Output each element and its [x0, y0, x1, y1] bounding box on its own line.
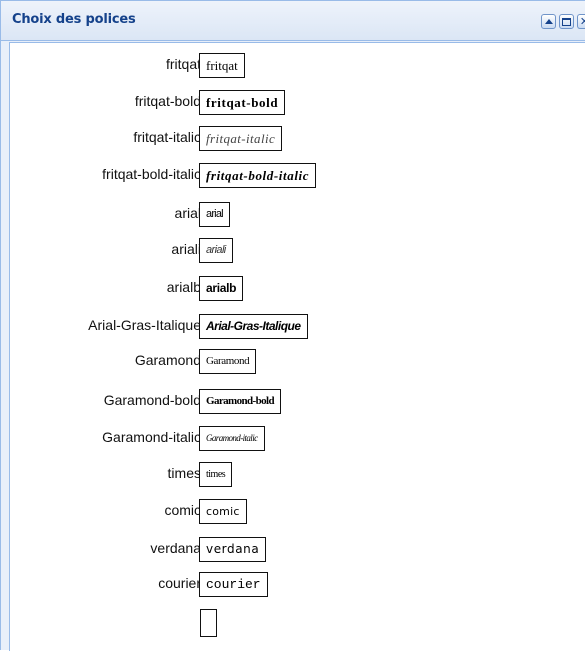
font-row-courier: courier courier — [10, 572, 585, 600]
font-preview[interactable]: Garamond-italic — [199, 426, 265, 451]
font-row-fritqat-bold: fritqat-bold fritqat-bold — [10, 90, 585, 118]
font-row-comic: comic comic — [10, 499, 585, 527]
font-label: fritqat-bold — [134, 93, 201, 109]
font-row-arialb: arialb arialb — [10, 276, 585, 304]
font-label: fritqat-italic — [133, 129, 201, 145]
font-label: courier — [158, 575, 201, 591]
font-row-fritqat-bold-italic: fritqat-bold-italic fritqat-bold-italic — [10, 163, 585, 191]
font-preview[interactable]: Garamond-bold — [199, 389, 281, 414]
font-preview[interactable]: fritqat-bold-italic — [199, 163, 317, 188]
font-label: arialb — [166, 279, 201, 295]
font-label: comic — [164, 502, 201, 518]
font-preview[interactable]: Arial-Gras-Italique — [199, 314, 308, 339]
empty-preview-box[interactable] — [200, 609, 217, 637]
font-row-arial: arial arial — [10, 202, 585, 230]
font-preview[interactable]: verdana — [199, 537, 267, 562]
collapse-icon[interactable] — [541, 14, 556, 29]
font-label: Garamond-italic — [102, 429, 201, 445]
font-preview[interactable]: fritqat-italic — [199, 126, 283, 151]
font-row-fritqat: fritqat fritqat — [10, 53, 585, 81]
font-row-garamond-italic: Garamond-italic Garamond-italic — [10, 426, 585, 454]
font-label: fritqat — [165, 56, 201, 72]
font-row-ariali: ariali ariali — [10, 238, 585, 266]
font-choice-panel: Choix des polices ✕ fritqat fritqat frit… — [0, 0, 585, 651]
font-row-garamond-bold: Garamond-bold Garamond-bold — [10, 389, 585, 417]
font-preview[interactable]: courier — [199, 572, 268, 597]
font-label: times — [167, 465, 201, 481]
font-preview[interactable]: arial — [199, 202, 230, 227]
font-row-verdana: verdana verdana — [10, 537, 585, 565]
font-row-fritqat-italic: fritqat-italic fritqat-italic — [10, 126, 585, 154]
font-preview[interactable]: ariali — [199, 238, 233, 263]
font-label: Garamond-bold — [103, 392, 201, 408]
font-label: Arial-Gras-Italique — [88, 317, 201, 333]
close-icon[interactable]: ✕ — [577, 14, 585, 29]
font-preview[interactable]: times — [199, 462, 233, 487]
font-preview[interactable]: fritqat — [199, 53, 245, 78]
font-label: arial — [174, 205, 201, 221]
panel-header: Choix des polices ✕ — [1, 1, 585, 41]
font-row-arial-gras-italique: Arial-Gras-Italique Arial-Gras-Italique — [10, 314, 585, 342]
font-list: fritqat fritqat fritqat-bold fritqat-bol… — [9, 42, 585, 651]
font-preview[interactable]: fritqat-bold — [199, 90, 286, 115]
maximize-icon[interactable] — [559, 14, 574, 29]
font-row-garamond: Garamond Garamond — [10, 349, 585, 377]
font-preview[interactable]: Garamond — [199, 349, 257, 374]
font-label: verdana — [150, 540, 201, 556]
panel-title: Choix des polices — [12, 12, 136, 27]
font-preview[interactable]: comic — [199, 499, 247, 524]
font-label: ariali — [171, 241, 201, 257]
font-preview[interactable]: arialb — [199, 276, 244, 301]
font-label: Garamond — [134, 352, 201, 368]
font-label: fritqat-bold-italic — [102, 166, 201, 182]
font-row-times: times times — [10, 462, 585, 490]
